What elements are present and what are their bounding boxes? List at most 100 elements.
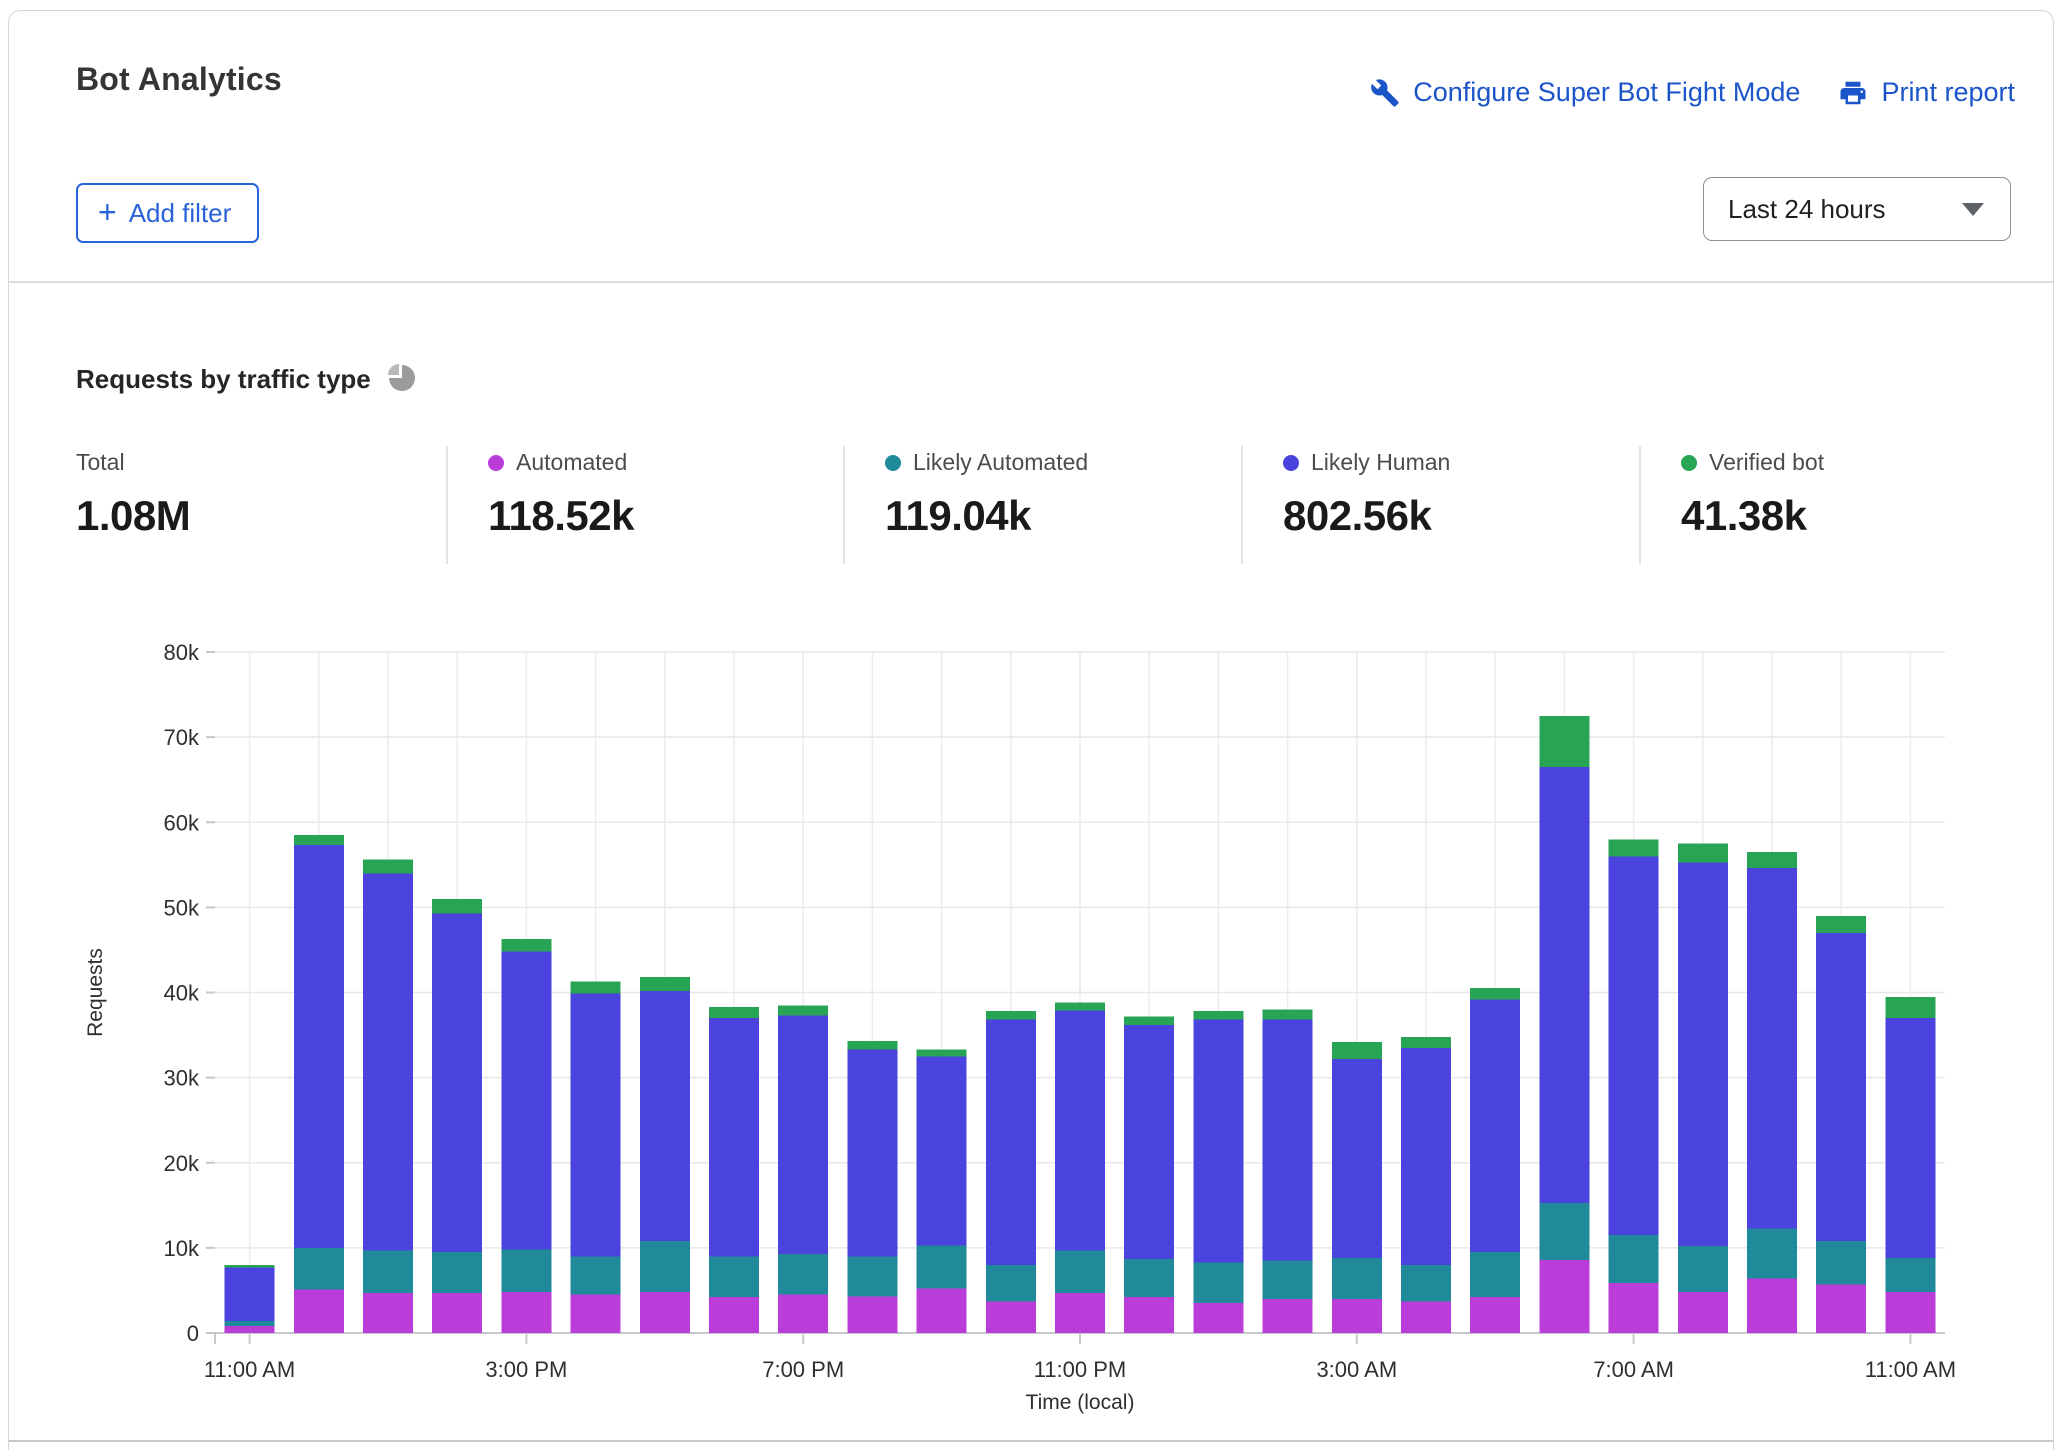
bar-segment-likely-human-12[interactable]: [1055, 1010, 1105, 1250]
bar-segment-likely-automated-17[interactable]: [1401, 1265, 1451, 1302]
bar-segment-likely-human-3[interactable]: [432, 913, 482, 1252]
bar-segment-automated-22[interactable]: [1747, 1279, 1797, 1333]
bar-segment-automated-10[interactable]: [917, 1289, 967, 1333]
bar-segment-likely-automated-5[interactable]: [571, 1256, 621, 1294]
bar-segment-automated-2[interactable]: [363, 1293, 413, 1333]
bar-segment-likely-human-24[interactable]: [1885, 1018, 1935, 1258]
bar-segment-automated-0[interactable]: [225, 1326, 275, 1333]
bar-segment-verified-bot-23[interactable]: [1816, 916, 1866, 933]
bar-segment-likely-automated-21[interactable]: [1678, 1246, 1728, 1292]
bar-segment-likely-automated-2[interactable]: [363, 1250, 413, 1293]
bar-segment-automated-16[interactable]: [1332, 1299, 1382, 1333]
bar-segment-likely-human-0[interactable]: [225, 1267, 275, 1321]
bar-segment-verified-bot-0[interactable]: [225, 1265, 275, 1268]
bar-segment-verified-bot-12[interactable]: [1055, 1003, 1105, 1011]
bar-segment-verified-bot-6[interactable]: [640, 977, 690, 991]
bar-segment-likely-automated-10[interactable]: [917, 1245, 967, 1288]
bar-segment-likely-automated-6[interactable]: [640, 1241, 690, 1292]
bar-segment-likely-human-11[interactable]: [986, 1020, 1036, 1265]
bar-segment-verified-bot-4[interactable]: [501, 939, 551, 952]
print-report-link[interactable]: Print report: [1838, 77, 2015, 108]
bar-segment-automated-3[interactable]: [432, 1293, 482, 1333]
bar-segment-verified-bot-1[interactable]: [294, 835, 344, 845]
bar-segment-likely-automated-15[interactable]: [1263, 1261, 1313, 1299]
add-filter-button[interactable]: + Add filter: [76, 183, 259, 243]
bar-segment-likely-automated-9[interactable]: [847, 1256, 897, 1296]
bar-segment-likely-human-14[interactable]: [1193, 1020, 1243, 1263]
bar-segment-likely-human-15[interactable]: [1263, 1020, 1313, 1261]
bar-segment-likely-automated-4[interactable]: [501, 1250, 551, 1293]
bar-segment-verified-bot-9[interactable]: [847, 1041, 897, 1050]
bar-segment-automated-18[interactable]: [1470, 1297, 1520, 1333]
bar-segment-likely-automated-11[interactable]: [986, 1265, 1036, 1302]
bar-segment-automated-4[interactable]: [501, 1292, 551, 1333]
bar-segment-likely-human-9[interactable]: [847, 1050, 897, 1257]
bar-segment-likely-human-16[interactable]: [1332, 1059, 1382, 1258]
bar-segment-likely-human-13[interactable]: [1124, 1025, 1174, 1259]
bar-segment-verified-bot-11[interactable]: [986, 1011, 1036, 1020]
bar-segment-verified-bot-13[interactable]: [1124, 1016, 1174, 1025]
bar-segment-verified-bot-15[interactable]: [1263, 1010, 1313, 1020]
bar-segment-verified-bot-18[interactable]: [1470, 988, 1520, 999]
time-range-select[interactable]: Last 24 hours: [1703, 177, 2011, 241]
bar-segment-verified-bot-8[interactable]: [778, 1005, 828, 1015]
bar-segment-likely-automated-7[interactable]: [709, 1256, 759, 1297]
bar-segment-likely-automated-24[interactable]: [1885, 1258, 1935, 1292]
bar-segment-likely-human-20[interactable]: [1609, 856, 1659, 1235]
bar-segment-automated-17[interactable]: [1401, 1302, 1451, 1333]
bar-segment-likely-human-7[interactable]: [709, 1018, 759, 1256]
bar-segment-verified-bot-16[interactable]: [1332, 1042, 1382, 1059]
bar-segment-likely-human-17[interactable]: [1401, 1048, 1451, 1265]
bar-segment-verified-bot-3[interactable]: [432, 899, 482, 913]
bar-segment-likely-automated-12[interactable]: [1055, 1250, 1105, 1293]
bar-segment-likely-human-5[interactable]: [571, 993, 621, 1256]
bar-segment-verified-bot-2[interactable]: [363, 860, 413, 874]
bar-segment-verified-bot-24[interactable]: [1885, 997, 1935, 1018]
bar-segment-likely-human-21[interactable]: [1678, 862, 1728, 1246]
bar-segment-automated-1[interactable]: [294, 1290, 344, 1333]
bar-segment-verified-bot-21[interactable]: [1678, 844, 1728, 863]
bar-segment-automated-6[interactable]: [640, 1292, 690, 1333]
bar-segment-likely-automated-20[interactable]: [1609, 1235, 1659, 1283]
bar-segment-likely-automated-8[interactable]: [778, 1254, 828, 1295]
bar-segment-automated-11[interactable]: [986, 1302, 1036, 1333]
bar-segment-automated-20[interactable]: [1609, 1283, 1659, 1333]
bar-segment-automated-7[interactable]: [709, 1297, 759, 1333]
bar-segment-likely-automated-19[interactable]: [1539, 1203, 1589, 1260]
bar-segment-likely-automated-16[interactable]: [1332, 1258, 1382, 1299]
bar-segment-likely-human-22[interactable]: [1747, 868, 1797, 1228]
bar-segment-likely-human-23[interactable]: [1816, 933, 1866, 1241]
bar-segment-automated-5[interactable]: [571, 1295, 621, 1333]
configure-super-bot-fight-mode-link[interactable]: Configure Super Bot Fight Mode: [1370, 77, 1800, 108]
bar-segment-likely-human-8[interactable]: [778, 1015, 828, 1253]
bar-segment-automated-15[interactable]: [1263, 1299, 1313, 1333]
bar-segment-likely-human-19[interactable]: [1539, 767, 1589, 1203]
bar-segment-automated-8[interactable]: [778, 1295, 828, 1333]
bar-segment-automated-21[interactable]: [1678, 1292, 1728, 1333]
bar-segment-likely-automated-23[interactable]: [1816, 1241, 1866, 1284]
bar-segment-likely-automated-0[interactable]: [225, 1321, 275, 1326]
bar-segment-verified-bot-10[interactable]: [917, 1050, 967, 1057]
bar-segment-verified-bot-19[interactable]: [1539, 716, 1589, 767]
bar-segment-automated-13[interactable]: [1124, 1297, 1174, 1333]
bar-segment-verified-bot-17[interactable]: [1401, 1037, 1451, 1048]
bar-segment-verified-bot-7[interactable]: [709, 1007, 759, 1018]
bar-segment-automated-19[interactable]: [1539, 1260, 1589, 1333]
bar-segment-automated-24[interactable]: [1885, 1292, 1935, 1333]
bar-segment-verified-bot-20[interactable]: [1609, 839, 1659, 856]
bar-segment-verified-bot-14[interactable]: [1193, 1011, 1243, 1020]
bar-segment-likely-automated-3[interactable]: [432, 1252, 482, 1293]
bar-segment-automated-9[interactable]: [847, 1296, 897, 1333]
bar-segment-automated-14[interactable]: [1193, 1303, 1243, 1333]
bar-segment-likely-automated-18[interactable]: [1470, 1252, 1520, 1297]
bar-segment-automated-23[interactable]: [1816, 1284, 1866, 1333]
bar-segment-automated-12[interactable]: [1055, 1293, 1105, 1333]
bar-segment-likely-human-10[interactable]: [917, 1056, 967, 1245]
bar-segment-likely-human-4[interactable]: [501, 952, 551, 1250]
bar-segment-verified-bot-22[interactable]: [1747, 852, 1797, 868]
bar-segment-likely-automated-22[interactable]: [1747, 1228, 1797, 1278]
bar-segment-likely-human-2[interactable]: [363, 873, 413, 1250]
bar-segment-likely-human-18[interactable]: [1470, 999, 1520, 1252]
bar-segment-likely-human-6[interactable]: [640, 991, 690, 1241]
bar-segment-likely-human-1[interactable]: [294, 845, 344, 1248]
